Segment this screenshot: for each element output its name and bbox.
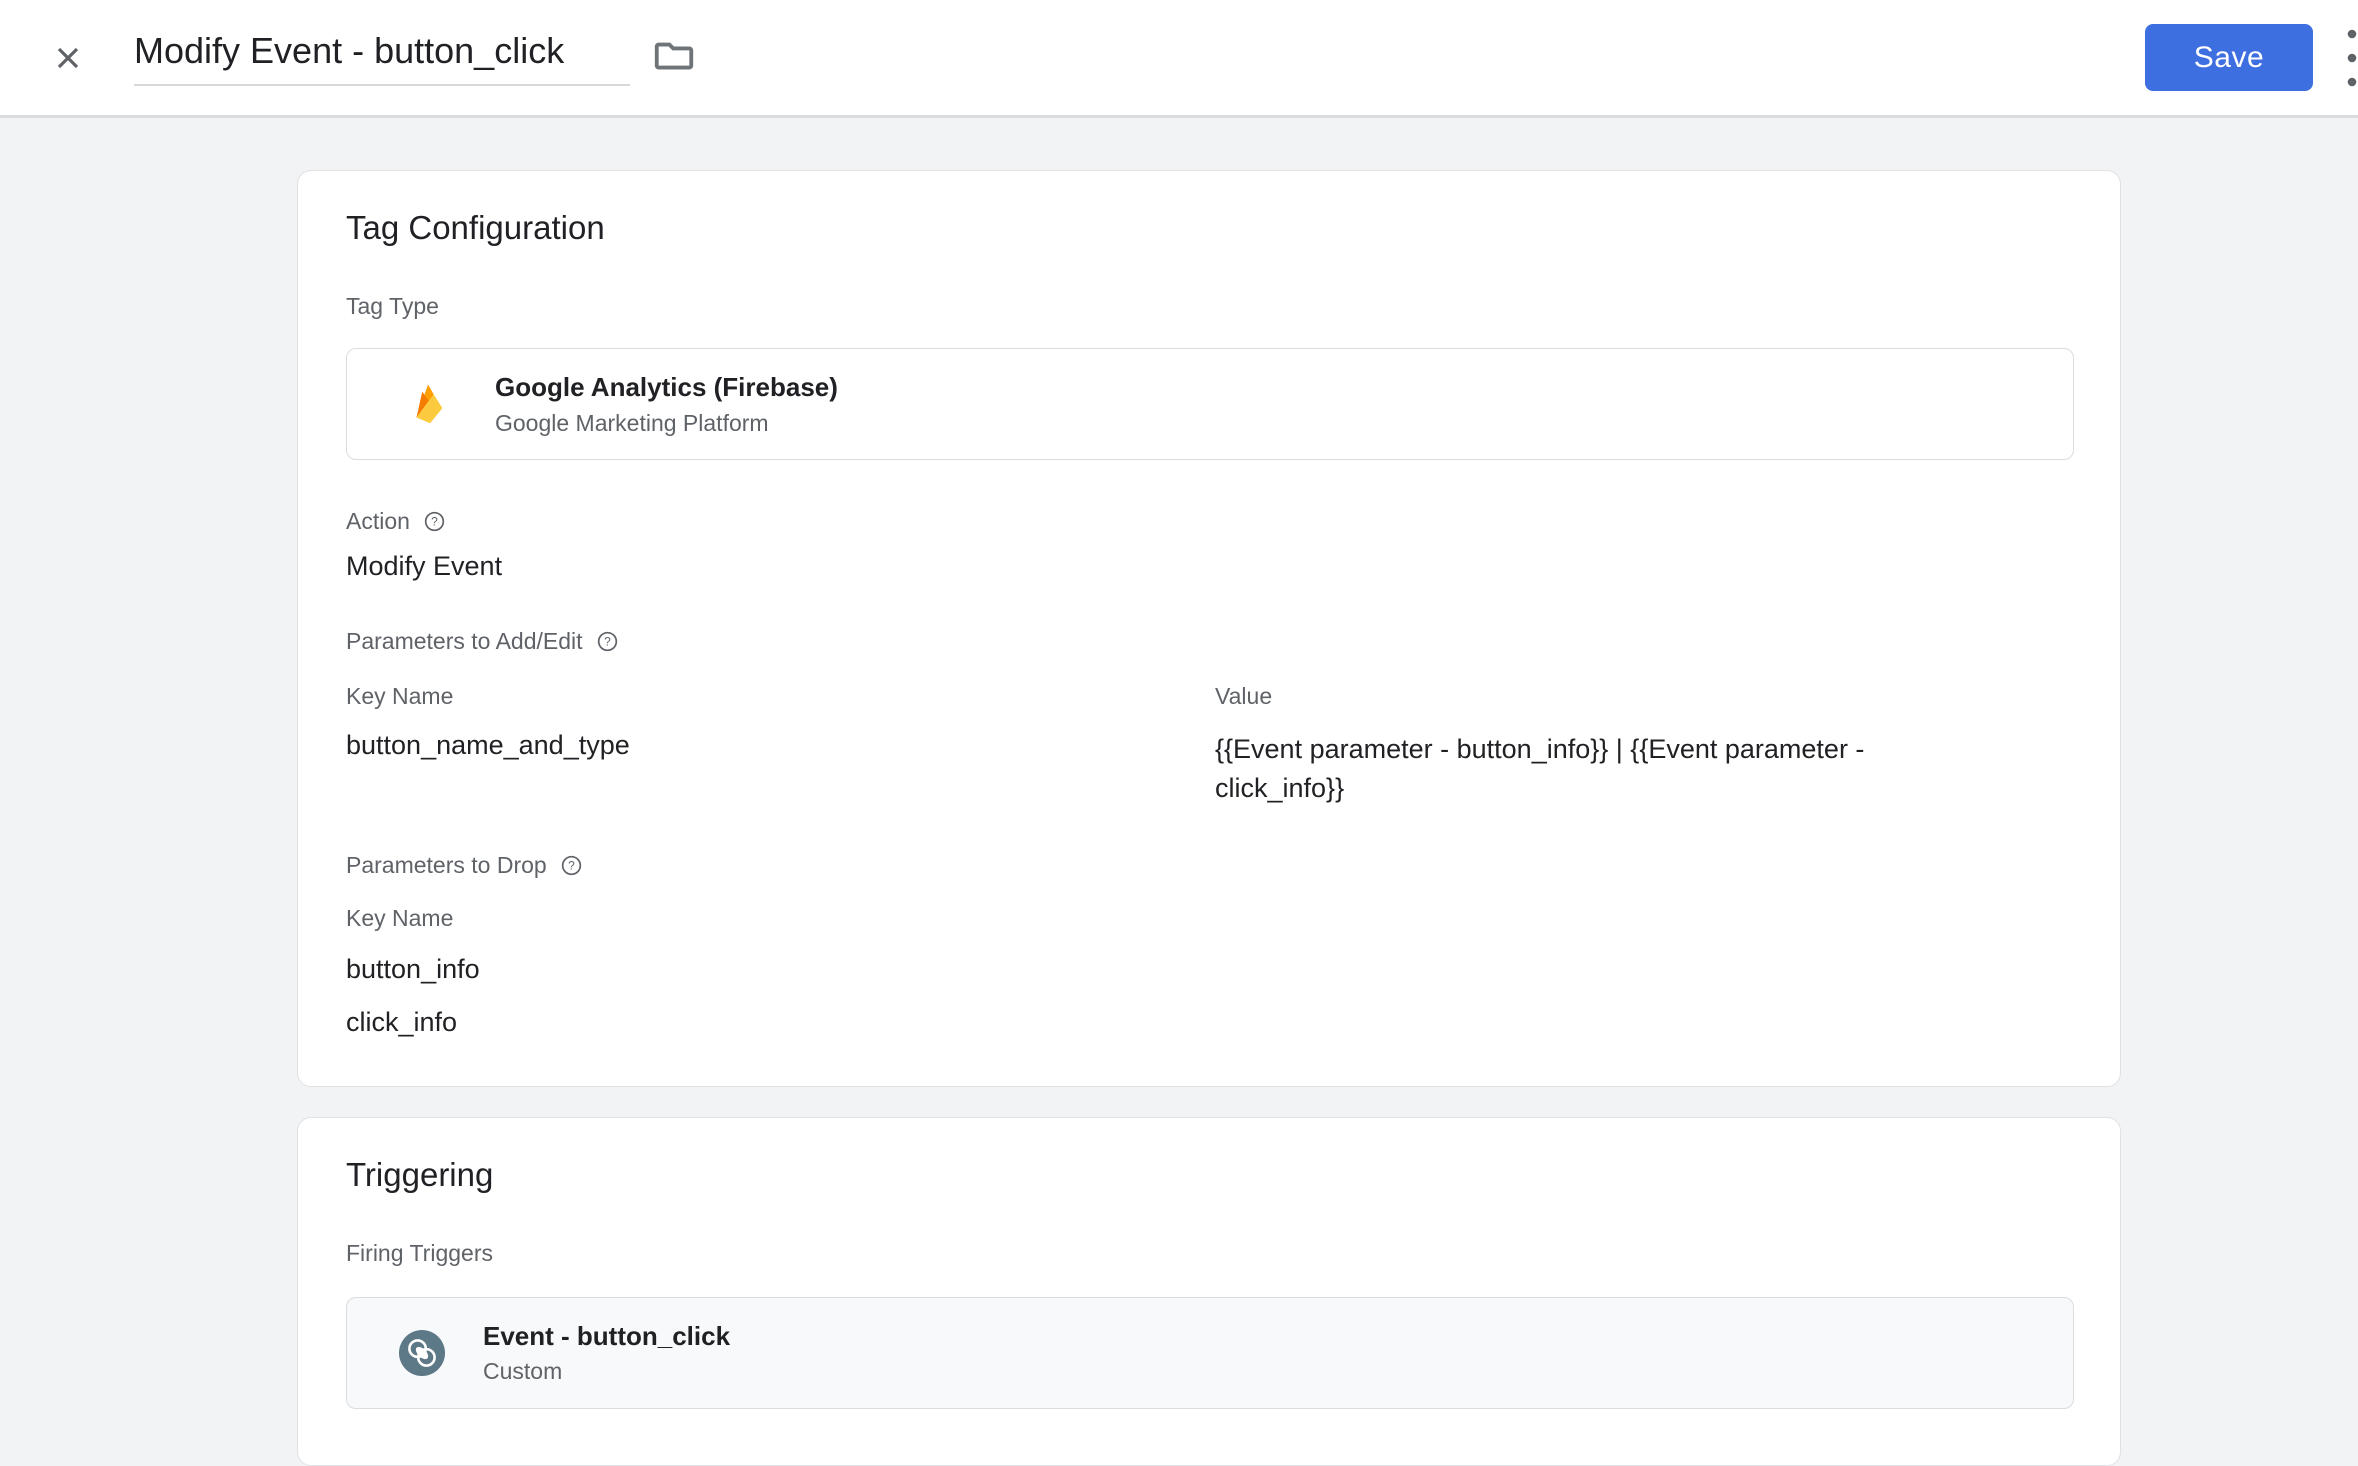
tag-type-selector[interactable]: Google Analytics (Firebase) Google Marke… (346, 348, 2074, 460)
help-icon[interactable]: ? (596, 630, 619, 653)
value-header: Value (1215, 683, 1273, 709)
tag-type-name: Google Analytics (Firebase) (495, 371, 838, 402)
param-key: button_name_and_type (346, 730, 630, 760)
triggering-title: Triggering (346, 1156, 494, 1194)
tag-type-text: Google Analytics (Firebase) Google Marke… (495, 372, 838, 437)
custom-trigger-icon (399, 1330, 445, 1377)
drop-key: click_info (346, 1007, 458, 1038)
kebab-menu-icon (2346, 23, 2358, 93)
tag-type-subtitle: Google Marketing Platform (495, 409, 769, 436)
move-to-folder-button[interactable] (648, 32, 700, 84)
drop-key-name-header: Key Name (346, 905, 454, 932)
help-icon[interactable]: ? (560, 854, 583, 877)
tag-configuration-card: Tag Configuration Tag Type Google Analyt… (297, 170, 2121, 1088)
action-value: Modify Event (346, 551, 503, 581)
tag-name-input[interactable]: Modify Event - button_click (134, 30, 630, 86)
trigger-item[interactable]: Event - button_click Custom (346, 1297, 2074, 1410)
firebase-icon (405, 380, 451, 429)
close-button[interactable] (46, 36, 90, 80)
trigger-text: Event - button_click Custom (483, 1321, 730, 1385)
params-add-edit-label: Parameters to Add/Edit (346, 628, 583, 654)
params-drop-label: Parameters to Drop (346, 852, 547, 879)
svg-text:?: ? (568, 859, 575, 873)
drop-key: button_info (346, 954, 480, 985)
triggering-card: Triggering Firing Triggers Event - butto… (297, 1117, 2121, 1466)
topbar: Modify Event - button_click Save (0, 0, 2358, 118)
tag-type-label: Tag Type (346, 293, 439, 319)
params-add-edit-label-row: Parameters to Add/Edit ? (346, 628, 2074, 655)
svg-text:?: ? (604, 635, 611, 649)
action-label: Action (346, 508, 410, 534)
action-label-row: Action ? (346, 508, 2074, 535)
close-icon (50, 40, 86, 76)
save-button[interactable]: Save (2145, 24, 2313, 91)
param-value: {{Event parameter - button_info}} | {{Ev… (1215, 734, 1865, 804)
params-drop-label-row: Parameters to Drop ? (346, 852, 2074, 879)
more-options-button[interactable] (2346, 23, 2358, 93)
trigger-name: Event - button_click (483, 1321, 731, 1352)
svg-text:?: ? (431, 515, 438, 529)
help-icon[interactable]: ? (423, 510, 446, 533)
main-content: Tag Configuration Tag Type Google Analyt… (0, 118, 2358, 1466)
trigger-type: Custom (483, 1358, 563, 1385)
key-name-header: Key Name (346, 683, 454, 709)
folder-icon (651, 35, 697, 81)
firing-triggers-label: Firing Triggers (346, 1240, 493, 1267)
params-add-edit-table: Key Name Value button_name_and_type {{Ev… (346, 683, 2074, 808)
tag-configuration-title: Tag Configuration (346, 209, 605, 246)
